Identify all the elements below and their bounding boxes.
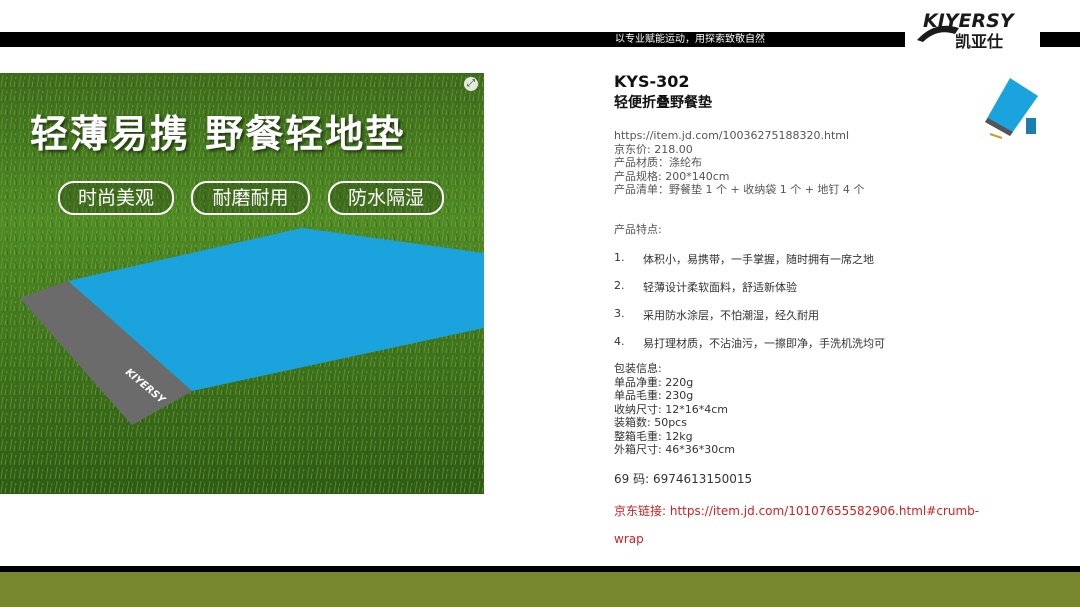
product-url[interactable]: https://item.jd.com/10036275188320.html (614, 129, 849, 143)
svg-text:凯亚仕: 凯亚仕 (955, 32, 1003, 51)
barcode-number: 69 码: 6974613150015 (614, 472, 753, 486)
product-thumbnail (980, 74, 1042, 140)
packing-gross-weight: 单品毛重: 230g (614, 389, 694, 402)
packing-net-weight: 单品净重: 220g (614, 375, 694, 389)
brand-logo: KIYERSY 凯亚仕 (915, 6, 1027, 52)
feature-text: 采用防水涂层，不怕潮湿，经久耐用 (643, 309, 819, 322)
product-contents: 产品清单：野餐垫 1 个 + 收纳袋 1 个 + 地钉 4 个 (614, 183, 865, 196)
tag-pill: 防水隔湿 (328, 181, 444, 215)
packing-storage-size: 收纳尺寸: 12*16*4cm (614, 402, 728, 416)
jd-link[interactable]: 京东链接: https://item.jd.com/10107655582906… (614, 497, 984, 553)
product-price: 京东价: 218.00 (614, 142, 693, 156)
packing-heading: 包装信息: (614, 362, 662, 375)
feature-number: 2. (614, 279, 625, 292)
product-name: 轻便折叠野餐垫 (614, 95, 712, 111)
header-bar-left (0, 32, 905, 47)
product-size: 产品规格: 200*140cm (614, 169, 730, 183)
product-model: KYS-302 (614, 72, 690, 91)
footer-bar-green (0, 572, 1080, 607)
packing-carton-qty: 装箱数: 50pcs (614, 416, 687, 429)
packing-carton-size: 外箱尺寸: 46*36*30cm (614, 443, 735, 456)
packing-carton-weight: 整箱毛重: 12kg (614, 429, 693, 443)
feature-number: 1. (614, 251, 625, 264)
features-heading: 产品特点: (614, 223, 662, 236)
tag-pill: 时尚美观 (58, 181, 174, 215)
feature-number: 3. (614, 307, 625, 320)
header-bar-right (1040, 32, 1080, 47)
product-material: 产品材质：涤纶布 (614, 156, 702, 169)
feature-text: 体积小，易携带，一手掌握，随时拥有一席之地 (643, 253, 874, 266)
feature-number: 4. (614, 335, 625, 348)
feature-text: 轻薄设计柔软面料，舒适新体验 (643, 281, 797, 294)
feature-text: 易打理材质，不沾油污，一擦即净，手洗机洗均可 (643, 337, 885, 350)
expand-icon[interactable]: ⤢ (464, 77, 478, 91)
slogan: 以专业赋能运动，用探索致敬自然 (615, 34, 765, 45)
tag-pill: 耐磨耐用 (191, 181, 310, 215)
banner-headline: 轻薄易携 野餐轻地垫 (30, 112, 406, 156)
